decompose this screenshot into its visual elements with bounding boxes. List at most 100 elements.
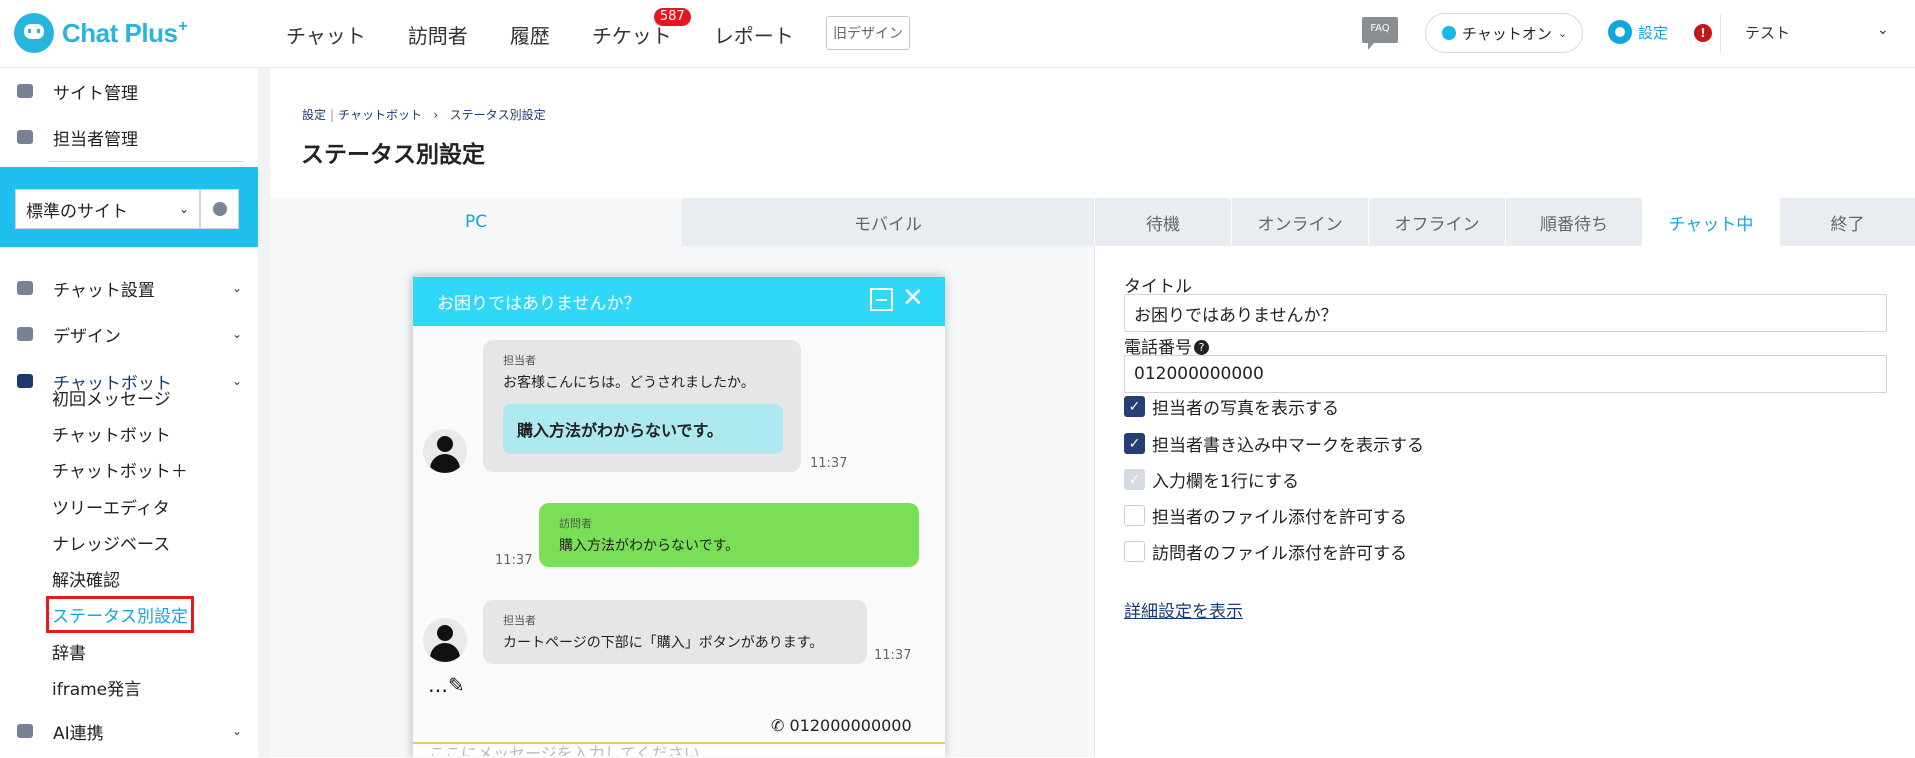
message-time: 11:37 (810, 456, 848, 471)
chevron-down-icon: ⌄ (231, 327, 242, 341)
widget-phone-number: 012000000000 (789, 716, 912, 735)
checkbox-show-agent-photo[interactable]: ✓ 担当者の写真を表示する (1124, 394, 1339, 419)
checkbox-unchecked-icon[interactable] (1124, 505, 1145, 526)
nav-tickets-label: チケット (591, 23, 672, 48)
chatplus-logo-icon (14, 13, 54, 53)
sidebar-sub-knowledge-base[interactable]: ナレッジベース (52, 530, 170, 555)
sidebar-sub-chatbot[interactable]: チャットボット (52, 421, 171, 446)
sidebar-sub-tree-editor[interactable]: ツリーエディタ (52, 494, 170, 519)
phone-icon: ✆ (771, 716, 785, 735)
alert-icon[interactable]: ! (1694, 24, 1712, 42)
tab-online[interactable]: オンライン (1231, 198, 1368, 246)
typing-indicator-icon: …✎ (428, 673, 465, 697)
show-advanced-settings-link[interactable]: 詳細設定を表示 (1124, 597, 1243, 622)
breadcrumb-chatbot[interactable]: チャットボット (338, 108, 422, 122)
gear-icon (212, 202, 227, 216)
site-select[interactable]: 標準のサイト ⌄ (15, 189, 200, 229)
header-divider (1720, 14, 1721, 54)
checkbox-visitor-file-attach[interactable]: 訪問者のファイル添付を許可する (1124, 539, 1407, 564)
user-icon (17, 130, 33, 144)
sidebar-item-label: AI連携 (53, 723, 104, 744)
minimize-icon[interactable] (870, 288, 893, 311)
sidebar-sub-resolution[interactable]: 解決確認 (52, 566, 120, 591)
sidebar: サイト管理 担当者管理 標準のサイト ⌄ チャット設置 ⌄ デザイン ⌄ チャットボッ… (0, 68, 258, 757)
message-sender: 担当者 (503, 354, 536, 367)
main-nav: チャット 訪問者 履歴 チケット 587 レポート (286, 0, 836, 68)
tab-offline[interactable]: オフライン (1368, 198, 1505, 246)
sidebar-section-chat-install[interactable]: チャット設置 ⌄ (0, 265, 258, 311)
checkbox-agent-file-attach[interactable]: 担当者のファイル添付を許可する (1124, 503, 1407, 528)
tab-mobile[interactable]: モバイル (682, 198, 1094, 246)
quick-reply-button[interactable]: 購入方法がわからないです。 (503, 404, 783, 454)
checkbox-unchecked-icon[interactable] (1124, 541, 1145, 562)
checkbox-label: 担当者の写真を表示する (1152, 399, 1339, 419)
tab-pc[interactable]: PC (270, 198, 682, 246)
user-menu-chevron-icon[interactable]: ⌄ (1877, 22, 1889, 38)
chat-bubble-icon (17, 374, 33, 388)
sidebar-sub-first-message[interactable]: 初回メッセージ (52, 385, 171, 410)
message-text: 購入方法がわからないです。 (559, 538, 740, 554)
user-name[interactable]: テスト (1745, 22, 1790, 43)
tab-ended[interactable]: 終了 (1779, 198, 1915, 246)
main-content: 設定 | チャットボット › ステータス別設定 ステータス別設定 PC モバイル 待… (270, 68, 1915, 758)
sidebar-item-site-management[interactable]: サイト管理 (0, 68, 258, 114)
sidebar-section-ai[interactable]: AI連携 ⌄ (0, 708, 258, 754)
breadcrumb: 設定 | チャットボット › ステータス別設定 (302, 106, 546, 123)
message-input[interactable]: ここにメッセージを入力してください (413, 742, 945, 756)
settings-link[interactable]: 設定 (1608, 20, 1668, 44)
sidebar-item-label: 担当者管理 (53, 129, 138, 150)
sidebar-sub-chatbot-plus[interactable]: チャットボット＋ (52, 457, 188, 482)
chevron-down-icon: ⌄ (231, 281, 242, 295)
phone-input[interactable]: 012000000000 (1124, 355, 1887, 393)
sidebar-item-agent-management[interactable]: 担当者管理 (0, 114, 258, 160)
checkbox-checked-icon[interactable]: ✓ (1124, 396, 1145, 417)
breadcrumb-current: ステータス別設定 (449, 108, 546, 122)
nav-reports[interactable]: レポート (714, 20, 794, 49)
chevron-down-icon: ⌄ (1557, 26, 1568, 40)
site-settings-button[interactable] (200, 189, 239, 229)
logo[interactable]: Chat Plus+ (14, 13, 188, 53)
tab-queue[interactable]: 順番待ち (1505, 198, 1642, 246)
sidebar-item-label: デザイン (53, 326, 121, 347)
message-time: 11:37 (874, 648, 912, 663)
nav-history[interactable]: 履歴 (510, 20, 550, 49)
agent-avatar (423, 618, 467, 662)
chat-status-label: チャットオン (1462, 24, 1552, 43)
message-text: お客様こんにちは。どうされましたか。 (503, 375, 755, 391)
bulb-icon (17, 724, 33, 738)
message-time: 11:37 (495, 553, 533, 568)
message-text: カートページの下部に「購入」ボタンがあります。 (503, 635, 824, 651)
sidebar-scrollbar[interactable] (258, 68, 270, 757)
checkbox-checked-icon[interactable]: ✓ (1124, 433, 1145, 454)
close-icon[interactable]: ✕ (902, 284, 924, 312)
sidebar-section-design[interactable]: デザイン ⌄ (0, 311, 258, 357)
sidebar-sub-dictionary[interactable]: 辞書 (52, 639, 86, 664)
site-select-value: 標準のサイト (26, 201, 128, 222)
sidebar-sub-iframe[interactable]: iframe発言 (52, 675, 141, 700)
status-dot-icon (1442, 26, 1456, 40)
checkbox-single-line-input[interactable]: ✓ 入力欄を1行にする (1124, 467, 1299, 492)
sidebar-item-label: チャット設置 (53, 280, 155, 301)
widget-title: お困りではありませんか？ (437, 294, 641, 314)
title-input[interactable]: お困りではありませんか？ (1124, 294, 1887, 332)
widget-messages: 担当者 お客様こんにちは。どうされましたか。 購入方法がわからないです。 11:… (413, 326, 945, 758)
faq-icon[interactable]: FAQ (1362, 17, 1398, 50)
top-bar: Chat Plus+ チャット 訪問者 履歴 チケット 587 レポート 旧デザイ… (0, 0, 1915, 68)
nav-chat[interactable]: チャット (286, 20, 366, 49)
sidebar-divider (48, 161, 244, 162)
message-sender: 訪問者 (559, 517, 592, 530)
nav-tickets[interactable]: チケット 587 (591, 7, 691, 49)
widget-phone[interactable]: ✆ 012000000000 (771, 716, 912, 735)
chat-status-dropdown[interactable]: チャットオン ⌄ (1425, 13, 1583, 53)
sidebar-sub-status-settings[interactable]: ステータス別設定 (46, 596, 194, 633)
breadcrumb-settings[interactable]: 設定 (302, 108, 326, 122)
help-icon[interactable]: ? (1194, 340, 1209, 355)
nav-visitors[interactable]: 訪問者 (408, 20, 468, 49)
old-design-button[interactable]: 旧デザイン (826, 16, 910, 50)
tab-standby[interactable]: 待機 (1094, 198, 1231, 246)
tab-chatting[interactable]: チャット中 (1642, 198, 1779, 246)
logo-text: Chat Plus+ (62, 17, 188, 48)
checkbox-show-typing-mark[interactable]: ✓ 担当者書き込み中マークを表示する (1124, 431, 1424, 456)
status-settings-form: タイトル お困りではありませんか？ 電話番号? 012000000000 ✓ 担当… (1094, 246, 1915, 757)
checkbox-disabled-icon[interactable]: ✓ (1124, 469, 1145, 490)
